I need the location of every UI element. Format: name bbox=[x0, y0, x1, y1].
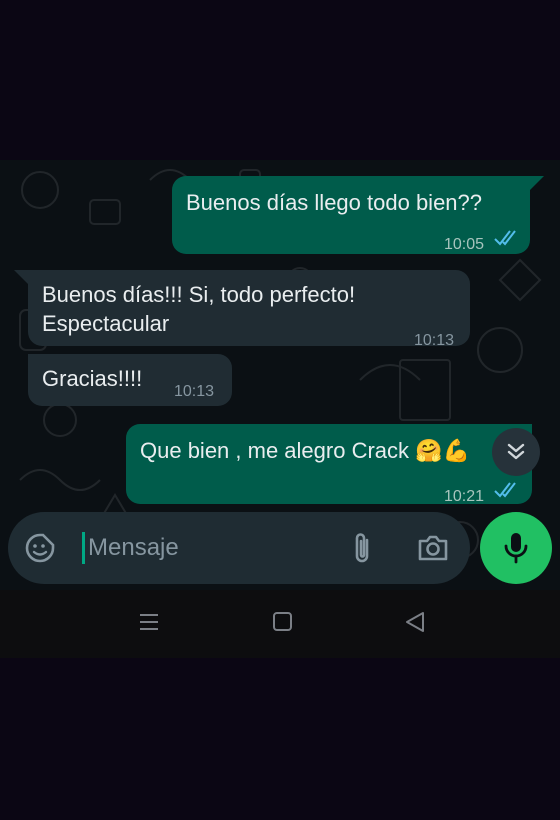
message-time: 10:21 bbox=[444, 488, 485, 505]
bubble-tail bbox=[530, 176, 544, 190]
bubble-tail bbox=[14, 270, 28, 284]
double-chevron-down-icon bbox=[507, 443, 525, 460]
home-icon[interactable] bbox=[272, 610, 294, 634]
back-icon[interactable] bbox=[404, 610, 426, 634]
message-time: 10:13 bbox=[414, 332, 455, 349]
message-time: 10:13 bbox=[174, 383, 215, 400]
message-text: Que bien , me alegro Crack 🤗💪 bbox=[140, 438, 470, 463]
chat-screen: Buenos días llego todo bien?? 10:05 Buen… bbox=[0, 160, 560, 658]
message-bubble-outgoing[interactable]: Que bien , me alegro Crack 🤗💪 10:21 bbox=[126, 424, 532, 505]
message-bubble-incoming[interactable]: Buenos días!!! Si, todo perfecto! Espect… bbox=[28, 270, 470, 349]
message-composer: Mensaje bbox=[8, 512, 470, 584]
sticker-icon[interactable] bbox=[24, 532, 56, 564]
scroll-to-bottom-button[interactable] bbox=[492, 428, 540, 476]
recents-icon[interactable] bbox=[138, 610, 160, 634]
attach-icon[interactable] bbox=[348, 532, 376, 566]
message-text: Buenos días!!! Si, todo perfecto! Espect… bbox=[42, 282, 356, 336]
text-cursor bbox=[82, 532, 85, 564]
message-text: Gracias!!!! bbox=[42, 366, 143, 391]
read-receipt-icon bbox=[494, 230, 516, 246]
message-text: Buenos días llego todo bien?? bbox=[186, 190, 483, 215]
message-bubble-incoming[interactable]: Gracias!!!! 10:13 bbox=[28, 354, 232, 406]
camera-icon[interactable] bbox=[416, 532, 450, 564]
message-bubble-outgoing[interactable]: Buenos días llego todo bien?? 10:05 bbox=[172, 176, 530, 254]
voice-message-button[interactable] bbox=[480, 512, 552, 584]
message-time: 10:05 bbox=[444, 236, 485, 253]
read-receipt-icon bbox=[494, 482, 516, 498]
system-navigation-bar bbox=[0, 590, 560, 658]
mic-icon bbox=[504, 533, 528, 564]
message-input[interactable]: Mensaje bbox=[88, 534, 179, 562]
